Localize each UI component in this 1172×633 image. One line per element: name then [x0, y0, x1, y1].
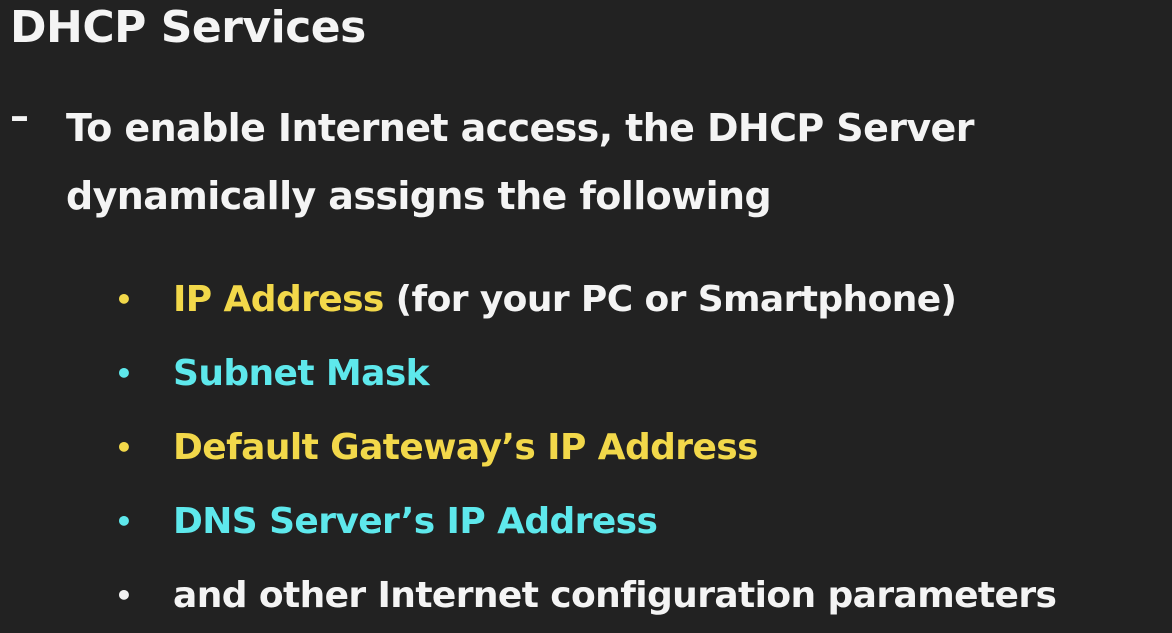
bullet-dot-icon: •	[115, 504, 133, 538]
intro-line-2: dynamically assigns the following	[66, 174, 772, 218]
bullet-item: • Subnet Mask	[115, 336, 1056, 410]
bullet-highlight: DNS Server’s IP Address	[173, 500, 658, 542]
bullet-item: • IP Address (for your PC or Smartphone)	[115, 262, 1056, 336]
bullet-rest: (for your PC or Smartphone)	[383, 278, 957, 320]
slide-title: DHCP Services	[10, 2, 366, 53]
bullet-item: • DNS Server’s IP Address	[115, 484, 1056, 558]
bullet-dot-icon: •	[115, 356, 133, 390]
bullet-dot-icon: •	[115, 578, 133, 612]
bullet-item: • Default Gateway’s IP Address	[115, 410, 1056, 484]
bullet-highlight: and other Internet configuration paramet…	[173, 574, 1057, 616]
bullet-dot-icon: •	[115, 282, 133, 316]
intro-line-1: To enable Internet access, the DHCP Serv…	[66, 106, 974, 150]
bullet-highlight: Subnet Mask	[173, 352, 430, 394]
bullet-highlight: IP Address	[173, 278, 384, 320]
bullet-list: • IP Address (for your PC or Smartphone)…	[115, 262, 1057, 632]
dash-marker: –	[10, 94, 29, 138]
intro-text: To enable Internet access, the DHCP Serv…	[66, 94, 974, 230]
bullet-item: • and other Internet configuration param…	[115, 558, 1057, 632]
bullet-highlight: Default Gateway’s IP Address	[173, 426, 759, 468]
bullet-dot-icon: •	[115, 430, 133, 464]
